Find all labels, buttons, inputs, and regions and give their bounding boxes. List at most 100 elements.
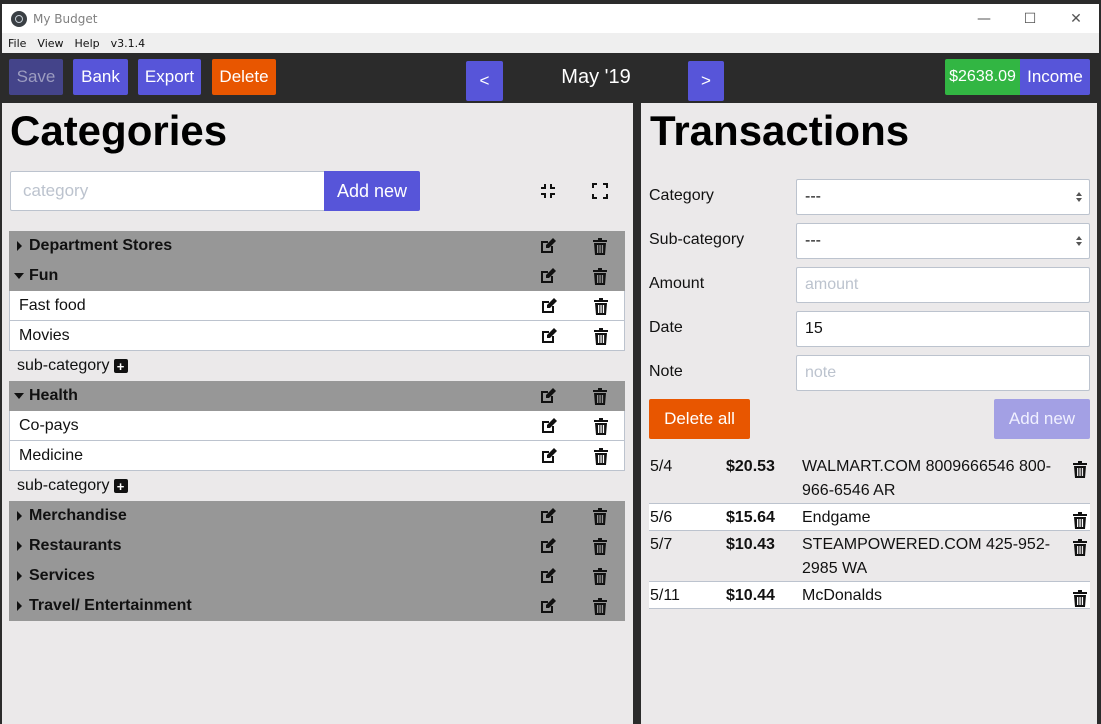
category-row[interactable]: Restaurants: [9, 531, 625, 561]
next-month-button[interactable]: >: [688, 61, 724, 101]
category-name: Health: [29, 387, 78, 404]
toolbar: Save Bank Export Delete < May '19 > $263…: [2, 53, 1099, 103]
subcategory-row[interactable]: Medicine: [9, 441, 625, 471]
plus-icon: +: [113, 359, 128, 373]
category-name: Fun: [29, 267, 59, 284]
edit-icon[interactable]: [538, 536, 558, 556]
transaction-amount: $10.44: [726, 587, 775, 604]
category-row[interactable]: Services: [9, 561, 625, 591]
edit-icon[interactable]: [538, 236, 558, 256]
date-input[interactable]: 15: [796, 311, 1090, 347]
trash-icon[interactable]: [590, 236, 610, 256]
export-button[interactable]: Export: [138, 59, 201, 95]
transactions-panel: Transactions Category --- Sub-category -…: [641, 103, 1097, 724]
subcategory-row[interactable]: Movies: [9, 321, 625, 351]
income-button[interactable]: Income: [1020, 59, 1090, 95]
category-row[interactable]: Fun: [9, 261, 625, 291]
caret-right-icon[interactable]: [12, 571, 26, 581]
note-label: Note: [649, 363, 683, 380]
maximize-button[interactable]: ☐: [1007, 4, 1053, 33]
bank-button[interactable]: Bank: [73, 59, 128, 95]
add-subcategory-button[interactable]: sub-category +: [9, 471, 625, 501]
title-bar: My Budget — ☐ ✕: [2, 4, 1099, 33]
trash-icon[interactable]: [1070, 588, 1090, 608]
category-row[interactable]: Department Stores: [9, 231, 625, 261]
transaction-row: 5/6 $15.64 Endgame: [649, 504, 1090, 531]
subcategory-row[interactable]: Fast food: [9, 291, 625, 321]
delete-button[interactable]: Delete: [212, 59, 276, 95]
menu-file[interactable]: File: [2, 37, 31, 50]
trash-icon[interactable]: [591, 416, 611, 436]
collapse-all-icon[interactable]: [538, 181, 558, 201]
category-row[interactable]: Health: [9, 381, 625, 411]
category-row[interactable]: Travel/ Entertainment: [9, 591, 625, 621]
subcategory-select[interactable]: ---: [796, 223, 1090, 259]
transaction-description: McDonalds: [802, 587, 883, 604]
edit-icon[interactable]: [539, 326, 559, 346]
category-name: Merchandise: [29, 507, 127, 524]
caret-right-icon[interactable]: [12, 511, 26, 521]
transaction-amount: $20.53: [726, 458, 775, 475]
add-subcategory-button[interactable]: sub-category +: [9, 351, 625, 381]
category-row[interactable]: Merchandise: [9, 501, 625, 531]
caret-right-icon[interactable]: [12, 241, 26, 251]
transaction-date: 5/11: [650, 587, 680, 604]
category-select[interactable]: ---: [796, 179, 1090, 215]
edit-icon[interactable]: [538, 266, 558, 286]
trash-icon[interactable]: [590, 536, 610, 556]
caret-right-icon[interactable]: [12, 541, 26, 551]
trash-icon[interactable]: [590, 566, 610, 586]
subcategory-name: Co-pays: [19, 416, 79, 434]
transactions-title: Transactions: [650, 107, 910, 154]
plus-icon: +: [113, 479, 128, 493]
caret-down-icon[interactable]: [12, 273, 26, 279]
expand-all-icon[interactable]: [590, 181, 610, 201]
category-name: Department Stores: [29, 237, 173, 254]
trash-icon[interactable]: [591, 296, 611, 316]
caret-right-icon[interactable]: [12, 601, 26, 611]
trash-icon[interactable]: [1070, 510, 1090, 530]
delete-all-button[interactable]: Delete all: [649, 399, 750, 439]
add-transaction-button[interactable]: Add new: [994, 399, 1090, 439]
subcategory-row[interactable]: Co-pays: [9, 411, 625, 441]
category-name: Travel/ Entertainment: [29, 597, 192, 614]
category-list: Department Stores Fun Fast food Movies sub-c…: [9, 231, 625, 621]
edit-icon[interactable]: [539, 446, 559, 466]
amount-input[interactable]: amount: [796, 267, 1090, 303]
minimize-button[interactable]: —: [961, 4, 1007, 33]
trash-icon[interactable]: [590, 506, 610, 526]
app-logo-icon: [11, 10, 27, 27]
category-label: Category: [649, 187, 714, 204]
edit-icon[interactable]: [538, 506, 558, 526]
edit-icon[interactable]: [538, 596, 558, 616]
edit-icon[interactable]: [538, 566, 558, 586]
add-category-button[interactable]: Add new: [324, 171, 420, 211]
panel-divider[interactable]: [633, 103, 641, 724]
edit-icon[interactable]: [539, 416, 559, 436]
trash-icon[interactable]: [1070, 459, 1090, 479]
trash-icon[interactable]: [590, 386, 610, 406]
add-subcategory-label: sub-category: [17, 477, 110, 494]
menu-help[interactable]: Help: [69, 37, 105, 50]
close-button[interactable]: ✕: [1053, 4, 1099, 33]
balance-badge: $2638.09: [945, 59, 1020, 95]
edit-icon[interactable]: [538, 386, 558, 406]
transaction-amount: $15.64: [726, 509, 775, 526]
trash-icon[interactable]: [1070, 537, 1090, 557]
note-input[interactable]: note: [796, 355, 1090, 391]
categories-title: Categories: [10, 107, 228, 154]
category-input[interactable]: category: [10, 171, 325, 211]
trash-icon[interactable]: [590, 596, 610, 616]
app-window: My Budget — ☐ ✕ File View Help v3.1.4 Sa…: [0, 4, 1101, 724]
menu-view[interactable]: View: [31, 37, 68, 50]
current-month: May '19: [561, 65, 631, 88]
trash-icon[interactable]: [591, 326, 611, 346]
trash-icon[interactable]: [590, 266, 610, 286]
transaction-date: 5/6: [650, 509, 673, 526]
date-label: Date: [649, 319, 683, 336]
edit-icon[interactable]: [539, 296, 559, 316]
save-button[interactable]: Save: [9, 59, 63, 95]
trash-icon[interactable]: [591, 446, 611, 466]
prev-month-button[interactable]: <: [466, 61, 503, 101]
caret-down-icon[interactable]: [12, 393, 26, 399]
